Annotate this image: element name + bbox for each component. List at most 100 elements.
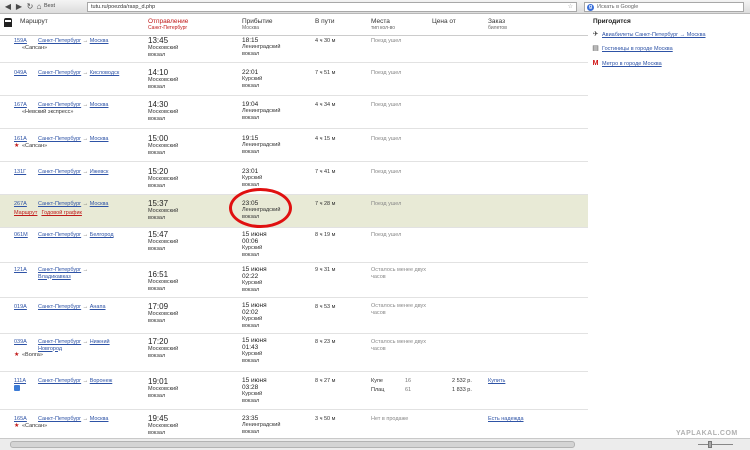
- route-from: Санкт-Петербург: [38, 136, 82, 142]
- bookmark-star-icon[interactable]: ☆: [568, 3, 573, 11]
- table-row: 049А Санкт-Петербург → Кисловодск 14:10 М…: [0, 63, 588, 96]
- route-link[interactable]: Санкт-Петербург → Нижний Новгород: [38, 339, 128, 352]
- departure-cell: 14:10 Московский вокзал: [148, 69, 178, 90]
- table-row: 159А Санкт-Петербург → Москва «Сапсан» 1…: [0, 36, 588, 63]
- header-order-sub: билетов: [488, 25, 507, 31]
- duration-text: 8 ч 27 м: [315, 378, 336, 384]
- departure-time: 13:45: [148, 36, 169, 45]
- sidebar-link-metro[interactable]: Метро в городе Москва: [602, 61, 662, 67]
- route-details-link[interactable]: Маршрут: [14, 210, 37, 216]
- table-row: 061М Санкт-Петербург → Белгород 15:47 Мос…: [0, 228, 588, 263]
- train-number-link[interactable]: 131Г: [14, 169, 26, 176]
- zoom-knob[interactable]: [708, 441, 712, 448]
- address-bar[interactable]: tutu.ru/poezda/rasp_d.php ☆: [87, 2, 577, 12]
- arrival-station-line2: вокзал: [242, 322, 260, 329]
- route-link[interactable]: Санкт-Петербург → Москва: [38, 416, 148, 423]
- route-from: Санкт-Петербург: [38, 38, 82, 44]
- route-link[interactable]: Санкт-Петербург → Кисловодск: [38, 70, 148, 77]
- train-number-link[interactable]: 019А: [14, 304, 27, 311]
- zoom-slider[interactable]: [690, 440, 735, 449]
- bookmark-best[interactable]: Best: [44, 3, 55, 9]
- route-link[interactable]: Санкт-Петербург → Владикавказ: [38, 267, 118, 280]
- train-number-link[interactable]: 039А: [14, 339, 27, 346]
- arrival-station-line1: Ленинградский: [242, 142, 281, 148]
- departure-time: 15:37: [148, 199, 169, 208]
- seats-status: Поезд ушел: [371, 70, 402, 76]
- train-number-link[interactable]: 061М: [14, 232, 28, 239]
- home-icon[interactable]: ⌂: [34, 2, 44, 12]
- departure-station-line1: Московский: [148, 279, 179, 285]
- table-row: 161А Санкт-Петербург → Москва ★ «Сапсан»…: [0, 129, 588, 162]
- route-to: Москва: [89, 416, 109, 422]
- train-name: «Волга»: [22, 352, 43, 358]
- train-number-link[interactable]: 267А: [14, 201, 27, 208]
- annual-schedule-link[interactable]: Годовой график: [41, 210, 81, 216]
- arrival-station-line2: вокзал: [242, 148, 260, 155]
- duration-text: 7 ч 28 м: [315, 201, 336, 207]
- arrival-station-line1: Курский: [242, 280, 263, 286]
- sidebar-link-flights[interactable]: Авиабилеты Санкт-Петербург → Москва: [602, 32, 706, 38]
- route-link[interactable]: Санкт-Петербург → Белгород: [38, 232, 148, 239]
- arrival-station-line1: Курский: [242, 391, 263, 397]
- route-to: Кисловодск: [89, 70, 120, 76]
- arrival-time: 00:06: [242, 238, 259, 245]
- arrival-time: 23:35: [242, 415, 259, 422]
- route-from: Санкт-Петербург: [38, 267, 82, 273]
- arrival-date: 15 июня: [242, 231, 267, 238]
- departure-station-line2: вокзал: [148, 245, 166, 252]
- hope-link[interactable]: Есть надежда: [488, 416, 524, 423]
- departure-time: 19:45: [148, 414, 169, 423]
- arrival-time: 02:02: [242, 309, 259, 316]
- arrival-station-line1: Ленинградский: [242, 108, 281, 114]
- departure-station-line2: вокзал: [148, 83, 166, 90]
- route-link[interactable]: Санкт-Петербург → Москва: [38, 102, 148, 109]
- header-duration[interactable]: В пути: [315, 18, 335, 25]
- route-from: Санкт-Петербург: [38, 232, 82, 238]
- route-link[interactable]: Санкт-Петербург → Ижевск: [38, 169, 148, 176]
- departure-time: 17:20: [148, 337, 169, 346]
- arrival-station-line1: Курский: [242, 76, 263, 82]
- table-row: 039А Санкт-Петербург → Нижний Новгород ★…: [0, 334, 588, 372]
- search-placeholder: Искать в Google: [597, 4, 639, 10]
- route-link[interactable]: Санкт-Петербург → Москва: [38, 201, 148, 208]
- arrival-station-line2: вокзал: [242, 428, 260, 435]
- departure-station-line2: вокзал: [148, 429, 166, 436]
- train-number-link[interactable]: 159А: [14, 38, 27, 45]
- header-departure[interactable]: Отправление Санкт-Петербург: [148, 18, 188, 32]
- train-number-link[interactable]: 121А: [14, 267, 27, 274]
- hotel-icon: ▤: [592, 45, 599, 52]
- departure-station-line2: вокзал: [148, 51, 166, 58]
- train-number-link[interactable]: 167А: [14, 102, 27, 109]
- arrival-time: 19:15: [242, 135, 259, 142]
- departure-station-line2: вокзал: [148, 115, 166, 122]
- departure-station-line2: вокзал: [148, 392, 166, 399]
- departure-station-line2: вокзал: [148, 149, 166, 156]
- sidebar-link-hotels[interactable]: Гостиницы в городе Москва: [602, 46, 673, 52]
- scrollbar-thumb[interactable]: [10, 441, 575, 448]
- buy-ticket-link[interactable]: Купить: [488, 378, 505, 385]
- route-link[interactable]: Санкт-Петербург → Москва: [38, 136, 148, 143]
- departure-cell: 17:09 Московский вокзал: [148, 303, 178, 324]
- train-number-link[interactable]: 111А: [14, 378, 26, 385]
- back-arrow-icon[interactable]: ◀: [3, 2, 13, 12]
- forward-arrow-icon[interactable]: ▶: [14, 2, 24, 12]
- route-from: Санкт-Петербург: [38, 339, 82, 345]
- route-link[interactable]: Санкт-Петербург → Анапа: [38, 304, 148, 311]
- search-input[interactable]: g Искать в Google: [584, 2, 744, 12]
- horizontal-scrollbar[interactable]: [0, 438, 750, 450]
- seats-status: Поезд ушел: [371, 232, 402, 238]
- arrival-station-line1: Курский: [242, 245, 263, 251]
- route-link[interactable]: Санкт-Петербург → Москва: [38, 38, 148, 45]
- arrival-station-line2: вокзал: [242, 397, 260, 404]
- table-row: 019А Санкт-Петербург → Анапа 17:09 Москов…: [0, 298, 588, 334]
- seats-status: Осталось менее двух часов: [371, 303, 427, 316]
- table-row: 131Г Санкт-Петербург → Ижевск 15:20 Моско…: [0, 162, 588, 195]
- route-link[interactable]: Санкт-Петербург → Воронеж: [38, 378, 148, 385]
- arrival-station-line2: вокзал: [242, 181, 260, 188]
- train-name: «Невский экспресс»: [22, 109, 74, 115]
- express-star-icon: ★: [14, 352, 20, 358]
- train-number-link[interactable]: 049А: [14, 70, 27, 77]
- departure-time: 16:51: [148, 270, 169, 279]
- header-arrival[interactable]: Прибытие Москва: [242, 18, 273, 32]
- departure-station-line1: Московский: [148, 423, 179, 429]
